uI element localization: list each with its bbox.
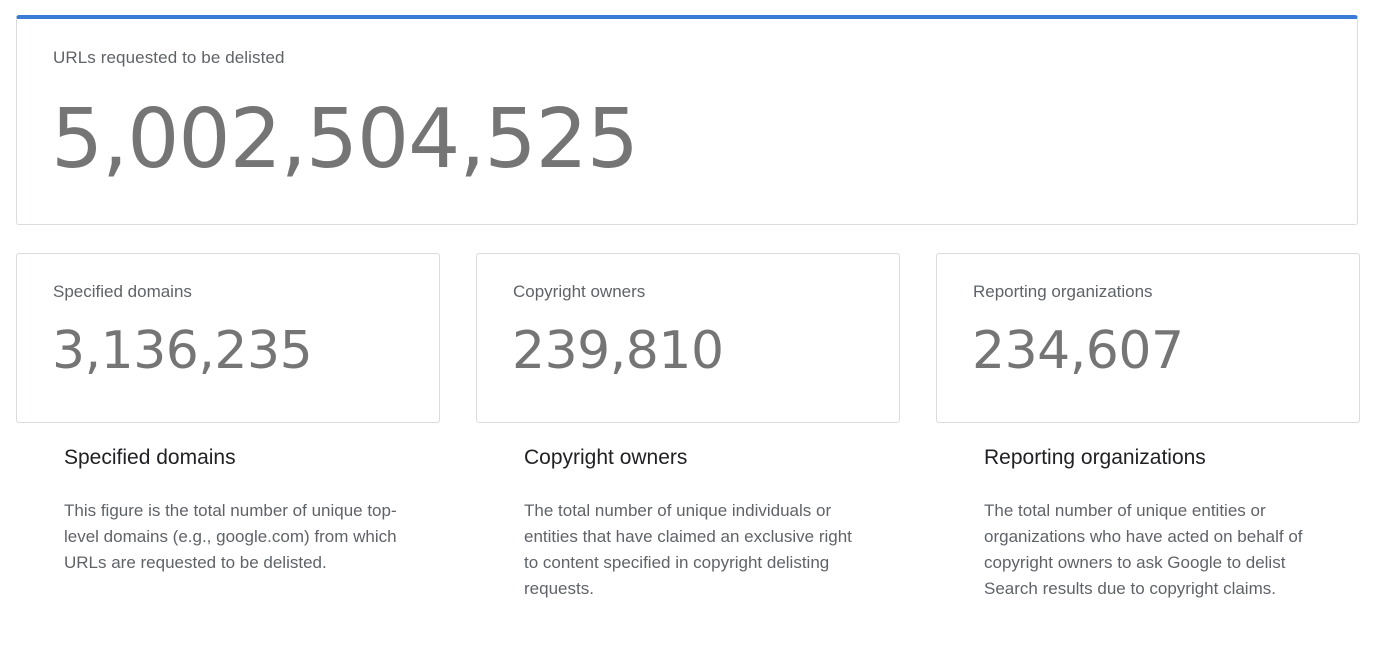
- copyright-owners-card: Copyright owners 239,810: [476, 253, 900, 423]
- copyright-owners-description-title: Copyright owners: [524, 446, 688, 469]
- specified-domains-card: Specified domains 3,136,235: [16, 253, 440, 423]
- copyright-owners-description: Copyright owners The total number of uni…: [524, 444, 864, 602]
- reporting-organizations-value: 234,607: [972, 321, 1184, 381]
- specified-domains-description: Specified domains This figure is the tot…: [64, 444, 404, 576]
- reporting-organizations-description-text: The total number of unique entities or o…: [984, 501, 1303, 598]
- copyright-owners-label: Copyright owners: [513, 282, 646, 301]
- reporting-organizations-description: Reporting organizations The total number…: [984, 444, 1324, 602]
- specified-domains-label: Specified domains: [53, 282, 192, 301]
- urls-delisted-value: 5,002,504,525: [51, 92, 639, 187]
- reporting-organizations-card: Reporting organizations 234,607: [936, 253, 1360, 423]
- specified-domains-description-title: Specified domains: [64, 446, 236, 469]
- urls-delisted-label: URLs requested to be delisted: [53, 48, 285, 67]
- reporting-organizations-label: Reporting organizations: [973, 282, 1153, 301]
- specified-domains-value: 3,136,235: [52, 321, 313, 381]
- reporting-organizations-description-title: Reporting organizations: [984, 446, 1206, 469]
- copyright-owners-value: 239,810: [512, 321, 724, 381]
- urls-delisted-card: URLs requested to be delisted 5,002,504,…: [16, 15, 1358, 225]
- copyright-owners-description-text: The total number of unique individuals o…: [524, 501, 852, 598]
- specified-domains-description-text: This figure is the total number of uniqu…: [64, 501, 397, 572]
